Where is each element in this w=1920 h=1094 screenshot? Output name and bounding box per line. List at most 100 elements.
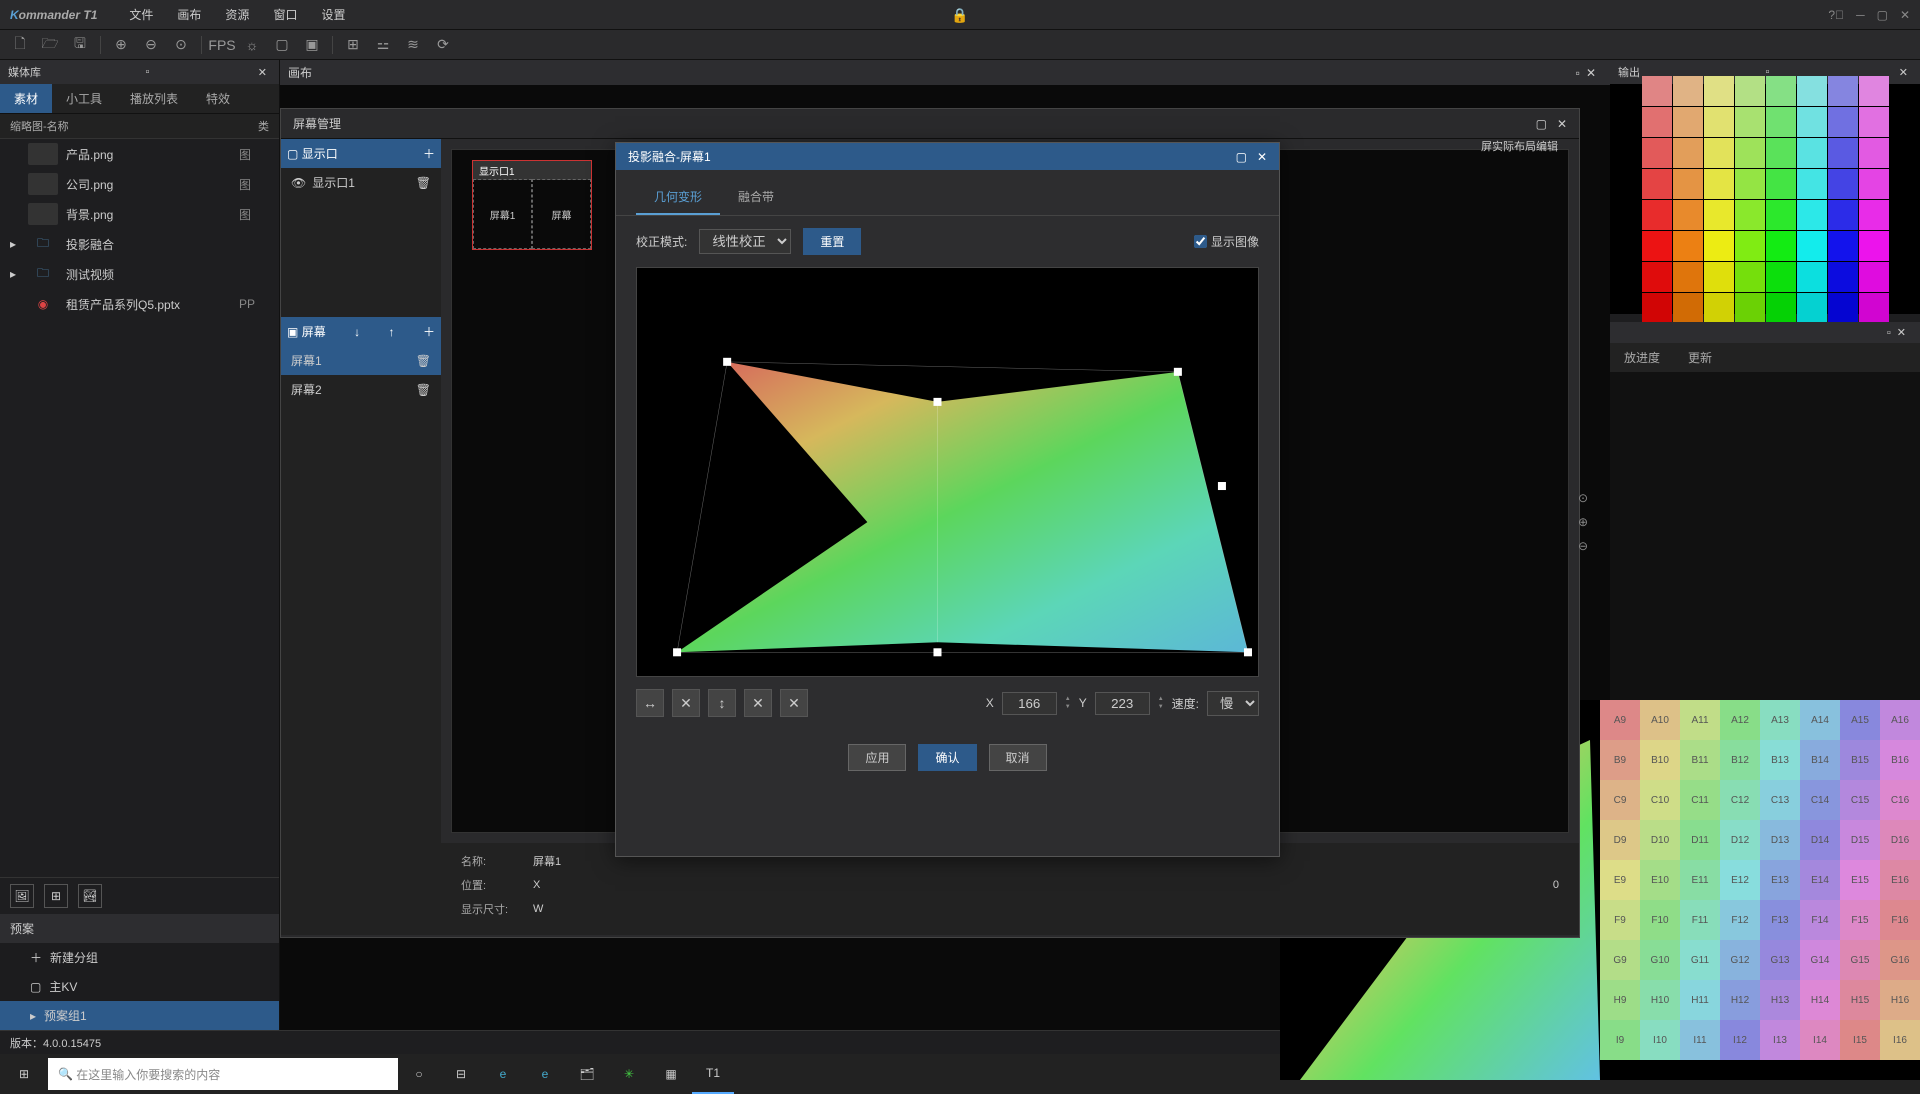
tab-material[interactable]: 素材 xyxy=(0,84,52,113)
display-icon[interactable]: ▣ xyxy=(302,35,322,55)
progress-close-icon[interactable]: ✕ xyxy=(1891,326,1912,339)
tab-update[interactable]: 更新 xyxy=(1674,343,1726,372)
refresh-icon[interactable]: ⟳ xyxy=(433,35,453,55)
explorer-icon[interactable]: 🗂 xyxy=(566,1054,608,1094)
new-icon[interactable]: 🗋 xyxy=(10,35,30,55)
mode-select[interactable]: 线性校正 xyxy=(699,229,791,254)
reset-button[interactable]: 重置 xyxy=(803,228,861,255)
lock-icon[interactable]: 🔒 xyxy=(951,7,968,24)
add-media-icon[interactable]: 🖼 xyxy=(10,884,34,908)
menu-settings[interactable]: 设置 xyxy=(309,6,357,23)
y-input[interactable] xyxy=(1095,692,1150,715)
zoom-out-btn[interactable]: ⊖ xyxy=(1578,539,1588,553)
delete-display-icon[interactable]: 🗑 xyxy=(416,176,431,190)
proj-tab-blend[interactable]: 融合带 xyxy=(720,180,792,215)
tab-progress[interactable]: 放进度 xyxy=(1610,343,1674,372)
proj-close-icon[interactable]: ✕ xyxy=(1257,150,1267,164)
screen-dialog-close-icon[interactable]: ✕ xyxy=(1557,117,1567,131)
wechat-icon[interactable]: ✳ xyxy=(608,1054,650,1094)
maximize-icon[interactable]: ▢ xyxy=(1877,8,1888,22)
hierarchy-icon[interactable]: ⚍ xyxy=(373,35,393,55)
canvas-close-icon[interactable]: ✕ xyxy=(1580,66,1602,80)
zoom-in-icon[interactable]: ⊕ xyxy=(111,35,131,55)
monitor-icon[interactable]: ▢ xyxy=(272,35,292,55)
screen-item-2[interactable]: 屏幕2 🗑 xyxy=(281,375,441,404)
delete-h-icon[interactable]: ✕ xyxy=(672,689,700,717)
plan-item-group1[interactable]: ▸ 预案组1 xyxy=(0,1001,279,1030)
warp-canvas[interactable] xyxy=(636,267,1259,677)
help-icon[interactable]: ?⃝ xyxy=(1828,8,1844,22)
plan-item-main[interactable]: ▢ 主KV xyxy=(0,972,279,1001)
delete-v-icon[interactable]: ✕ xyxy=(744,689,772,717)
add-img-icon[interactable]: 🏞 xyxy=(78,884,102,908)
x-up[interactable]: ▲ xyxy=(1065,695,1071,703)
warp-handle[interactable] xyxy=(1174,368,1182,376)
tab-widget[interactable]: 小工具 xyxy=(52,84,116,113)
add-display-icon[interactable]: ＋ xyxy=(423,145,435,162)
align-v-icon[interactable]: ↕ xyxy=(708,689,736,717)
media-item[interactable]: ◉租赁产品系列Q5.pptxPP xyxy=(0,289,279,319)
plan-new-group[interactable]: ＋ 新建分组 xyxy=(0,943,279,972)
delete-screen2-icon[interactable]: 🗑 xyxy=(416,383,431,397)
x-input[interactable] xyxy=(1002,692,1057,715)
display-item-1[interactable]: 👁 显示口1 🗑 xyxy=(281,168,441,197)
sort-up-icon[interactable]: ↑ xyxy=(389,325,395,339)
y-up[interactable]: ▲ xyxy=(1158,695,1164,703)
ok-button[interactable]: 确认 xyxy=(918,744,976,771)
media-item[interactable]: 背景.png图 xyxy=(0,199,279,229)
app-icon-2[interactable]: T1 xyxy=(692,1054,734,1094)
ie-icon[interactable]: e xyxy=(524,1054,566,1094)
app-icon-1[interactable]: ▦ xyxy=(650,1054,692,1094)
warp-handle[interactable] xyxy=(933,648,941,656)
output-close-icon[interactable]: ✕ xyxy=(1895,66,1912,79)
layers-icon[interactable]: ≋ xyxy=(403,35,423,55)
open-icon[interactable]: 🗁 xyxy=(40,35,60,55)
add-grid-icon[interactable]: ⊞ xyxy=(44,884,68,908)
layout-icon[interactable]: ⊞ xyxy=(343,35,363,55)
media-detach-icon[interactable]: ▫ xyxy=(141,66,153,78)
cancel-button[interactable]: 取消 xyxy=(989,744,1047,771)
edge-icon[interactable]: e xyxy=(482,1054,524,1094)
fps-toggle[interactable]: FPS xyxy=(212,35,232,55)
minimize-icon[interactable]: ─ xyxy=(1856,8,1865,22)
sort-down-icon[interactable]: ↓ xyxy=(354,325,360,339)
media-item[interactable]: ▸🗀投影融合 xyxy=(0,229,279,259)
zoom-in-btn[interactable]: ⊕ xyxy=(1578,515,1588,529)
screen-item-1[interactable]: 屏幕1 🗑 xyxy=(281,346,441,375)
tab-effect[interactable]: 特效 xyxy=(192,84,244,113)
warp-handle[interactable] xyxy=(723,358,731,366)
y-down[interactable]: ▼ xyxy=(1158,703,1164,711)
menu-resource[interactable]: 资源 xyxy=(213,6,261,23)
proj-max-icon[interactable]: ▢ xyxy=(1236,150,1247,164)
show-image-checkbox[interactable] xyxy=(1194,235,1207,248)
media-item[interactable]: 产品.png图 xyxy=(0,139,279,169)
delete-all-icon[interactable]: ✕ xyxy=(780,689,808,717)
add-screen-icon[interactable]: ＋ xyxy=(423,323,435,340)
warp-handle[interactable] xyxy=(1244,648,1252,656)
zoom-fit-btn[interactable]: ⊙ xyxy=(1578,491,1588,505)
windows-search[interactable]: 🔍 在这里输入你要搜索的内容 xyxy=(48,1058,398,1090)
windows-start[interactable]: ⊞ xyxy=(0,1054,48,1094)
media-item[interactable]: ▸🗀测试视频 xyxy=(0,259,279,289)
x-down[interactable]: ▼ xyxy=(1065,703,1071,711)
media-close-icon[interactable]: ✕ xyxy=(254,66,271,79)
media-item[interactable]: 公司.png图 xyxy=(0,169,279,199)
menu-file[interactable]: 文件 xyxy=(117,6,165,23)
close-icon[interactable]: ✕ xyxy=(1900,8,1910,22)
cortana-icon[interactable]: ○ xyxy=(398,1054,440,1094)
warp-handle[interactable] xyxy=(673,648,681,656)
settings-icon[interactable]: ☼ xyxy=(242,35,262,55)
zoom-fit-icon[interactable]: ⊙ xyxy=(171,35,191,55)
menu-canvas[interactable]: 画布 xyxy=(165,6,213,23)
task-view-icon[interactable]: ⊟ xyxy=(440,1054,482,1094)
tab-playlist[interactable]: 播放列表 xyxy=(116,84,192,113)
display-box[interactable]: 显示口1 屏幕1 屏幕 xyxy=(472,160,592,250)
menu-window[interactable]: 窗口 xyxy=(261,6,309,23)
save-icon[interactable]: 🖫 xyxy=(70,35,90,55)
delete-screen1-icon[interactable]: 🗑 xyxy=(416,354,431,368)
align-h-icon[interactable]: ↔ xyxy=(636,689,664,717)
proj-tab-geometry[interactable]: 几何变形 xyxy=(636,180,720,215)
apply-button[interactable]: 应用 xyxy=(848,744,906,771)
warp-handle[interactable] xyxy=(1218,482,1226,490)
warp-handle[interactable] xyxy=(933,398,941,406)
